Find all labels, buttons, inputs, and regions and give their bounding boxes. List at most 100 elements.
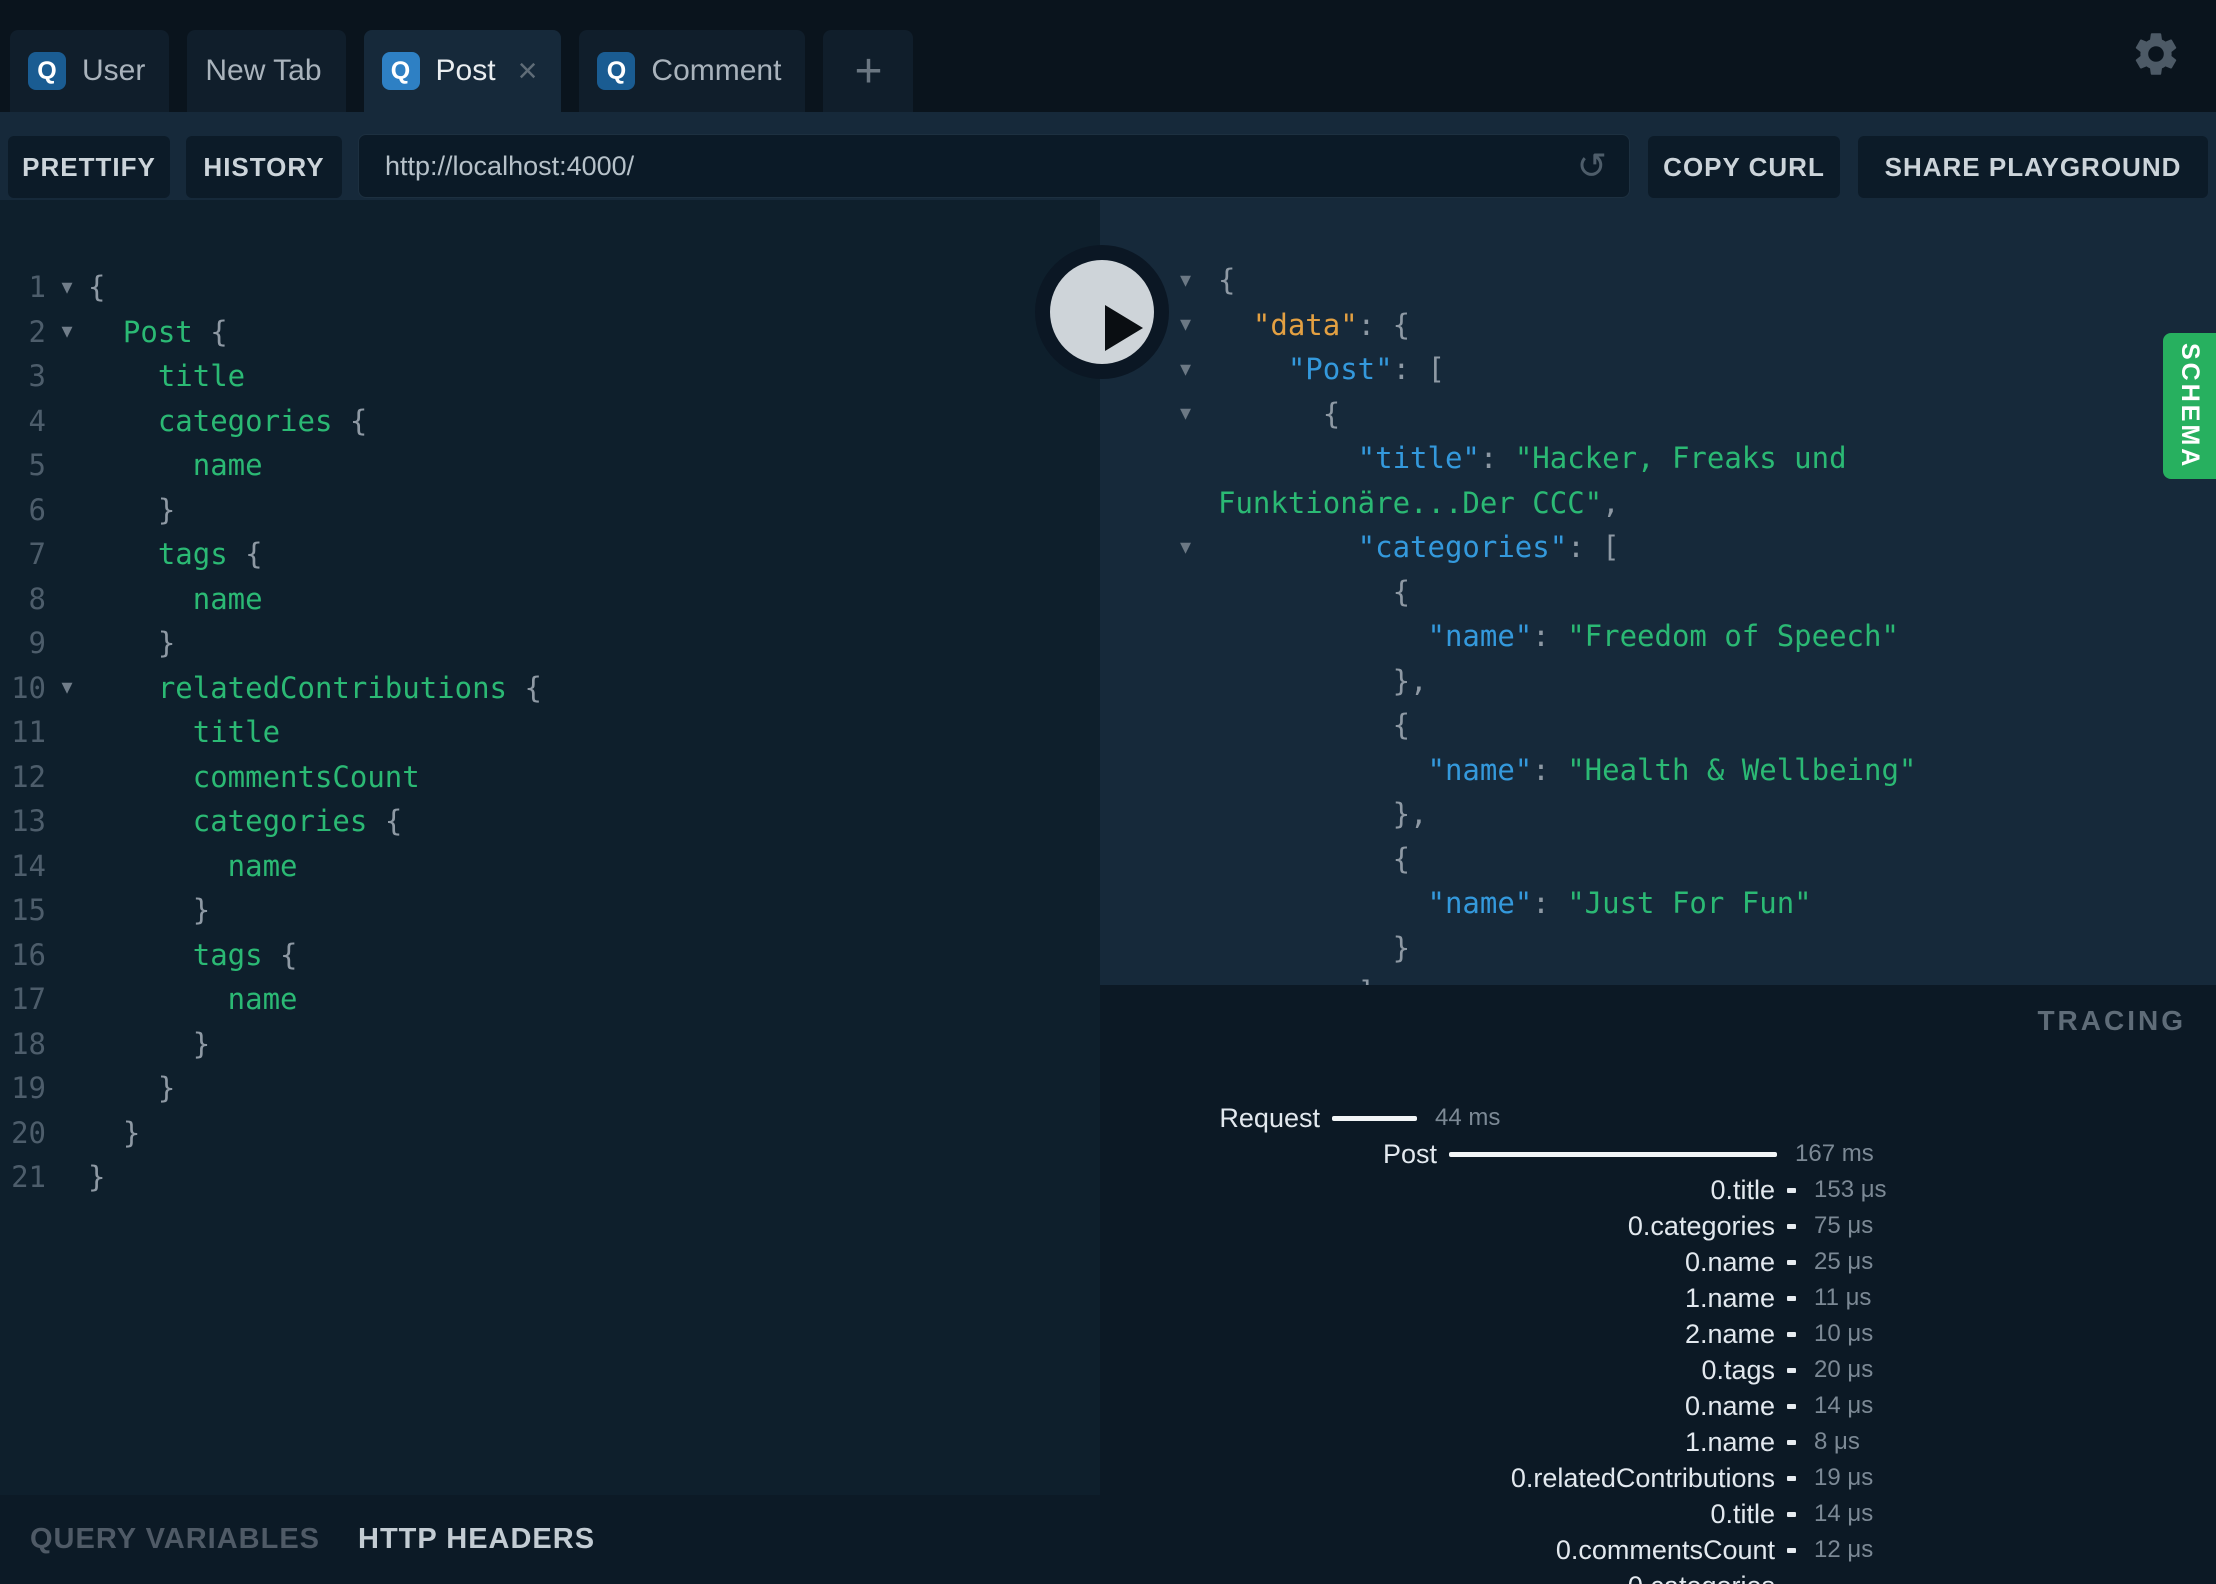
code-text: name [192,581,263,616]
query-type-badge: Q [381,52,420,90]
line-number: 20 [11,1115,46,1150]
tab-user[interactable]: Q User [10,30,170,112]
code-line: 15} [0,888,1100,933]
code-line: 2 ▾ Post { [0,310,1100,355]
line-number: 18 [11,1026,46,1061]
settings-gear-icon[interactable] [2130,28,2182,80]
code-text: } [88,1160,106,1195]
code-text: "categories": [ [1357,530,1620,565]
tracing-row: 0.relatedContributions 19 μs [1100,1460,2216,1496]
tracing-field-label: 1.name [1684,1426,1775,1457]
tracing-duration-tick [1787,1403,1796,1409]
code-text: } [122,1115,141,1150]
code-line: Funktionäre...Der CCC", [1180,481,2216,526]
tracing-duration-tick [1787,1259,1796,1265]
code-line: "name": "Just For Fun" [1180,881,2216,926]
prettify-button[interactable]: PRETTIFY [8,136,170,198]
code-line: }, [1180,659,2216,704]
tracing-field-label: 2.name [1684,1318,1775,1349]
fold-arrow-icon[interactable]: ▾ [46,319,88,344]
code-text: commentsCount [192,759,420,794]
tab-bar-tabs: Q User New Tab Q Post × Q Comment + [10,30,914,112]
code-line: 20} [0,1111,1100,1156]
line-number: 7 [28,537,46,572]
code-text: title [192,715,281,750]
code-line: { [1180,837,2216,882]
tracing-duration-value: 19 μs [1814,1464,1874,1491]
tracing-row: Request 44 ms [1100,1100,2216,1136]
query-variables-tab[interactable]: QUERY VARIABLES [30,1523,320,1556]
code-text: "data": { [1252,307,1411,342]
code-line: "name": "Freedom of Speech" [1180,614,2216,659]
code-text: categories { [192,804,403,839]
tracing-field-label: 0.relatedContributions [1510,1462,1775,1493]
execute-query-button[interactable] [1035,245,1169,379]
code-line: { [1180,570,2216,615]
code-text: "name": "Freedom of Speech" [1427,619,1899,654]
tracing-row: 0.title 153 μs [1100,1172,2216,1208]
line-number: 13 [11,804,46,839]
query-type-badge: Q [597,52,636,90]
tracing-row: 0.title 14 μs [1100,1496,2216,1532]
new-tab-button[interactable]: + [823,30,914,112]
tracing-duration-value: 12 μs [1814,1536,1874,1563]
fold-arrow-icon[interactable]: ▾ [1180,312,1218,337]
tracing-row: 0.name 14 μs [1100,1388,2216,1424]
tab-label: Comment [651,54,782,87]
copy-curl-button[interactable]: COPY CURL [1648,136,1840,198]
tracing-row: 0.commentsCount 12 μs [1100,1532,2216,1568]
fold-arrow-icon[interactable]: ▾ [1180,401,1218,426]
tracing-field-label: 0.title [1710,1174,1775,1205]
tracing-duration-tick [1787,1187,1796,1193]
tracing-field-label: Request [1219,1102,1320,1133]
code-text: } [157,1071,176,1106]
history-button[interactable]: HISTORY [186,136,342,198]
schema-tab[interactable]: SCHEMA [2163,333,2216,479]
endpoint-url-input[interactable] [359,150,1555,182]
fold-arrow-icon[interactable]: ▾ [46,275,88,300]
tracing-duration-value: 10 μs [1814,1320,1874,1347]
tracing-duration-value: 75 μs [1814,1212,1874,1239]
tracing-duration-value: 25 μs [1814,1248,1874,1275]
line-number: 11 [11,715,46,750]
close-tab-icon[interactable]: × [518,54,538,88]
fold-arrow-icon[interactable]: ▾ [1180,535,1218,560]
fold-arrow-icon[interactable]: ▾ [1180,268,1218,293]
line-number: 8 [28,581,46,616]
code-line: 7 tags { [0,532,1100,577]
query-type-badge: Q [28,52,66,90]
play-icon [1050,260,1154,364]
fold-arrow-icon[interactable]: ▾ [46,675,88,700]
line-number: 4 [28,403,46,438]
refresh-schema-icon[interactable]: ↺ [1555,146,1629,187]
tracing-field-label: 0.name [1684,1246,1775,1277]
code-line: 19} [0,1066,1100,1111]
code-line: 8 name [0,577,1100,622]
code-text: Funktionäre...Der CCC", [1218,485,1620,520]
tracing-row: 0.tags 20 μs [1100,1352,2216,1388]
tracing-rows: Request 44 ms Post 167 ms 0.title 153 μs 0.cat… [1100,1100,2216,1584]
schema-tab-label: SCHEMA [2176,342,2204,470]
tab-comment[interactable]: Q Comment [579,30,806,112]
tracing-duration-value: 44 ms [1435,1104,1501,1131]
code-line: ▾{ [1180,392,2216,437]
tab-new-tab[interactable]: New Tab [187,30,346,112]
tracing-duration-tick [1787,1511,1796,1517]
code-text: name [192,448,263,483]
tracing-duration-value: 14 μs [1814,1500,1874,1527]
tracing-duration-tick [1787,1331,1796,1337]
fold-arrow-icon[interactable]: ▾ [1180,357,1218,382]
code-line: { [1180,703,2216,748]
tab-post[interactable]: Q Post × [363,30,562,112]
tracing-field-label: 1.name [1684,1282,1775,1313]
http-headers-tab[interactable]: HTTP HEADERS [358,1523,595,1556]
code-text: } [192,893,211,928]
code-text: categories { [157,403,368,438]
share-playground-button[interactable]: SHARE PLAYGROUND [1858,136,2208,198]
tracing-duration-value: 11 μs [1814,1284,1872,1311]
line-number: 15 [11,893,46,928]
tracing-duration-tick [1787,1223,1796,1229]
query-editor[interactable]: 1 ▾{2 ▾ Post {3 title 4 categories {5 name 6} 7 ta… [0,200,1100,1495]
tracing-row: Post 167 ms [1100,1136,2216,1172]
code-text: } [157,626,176,661]
